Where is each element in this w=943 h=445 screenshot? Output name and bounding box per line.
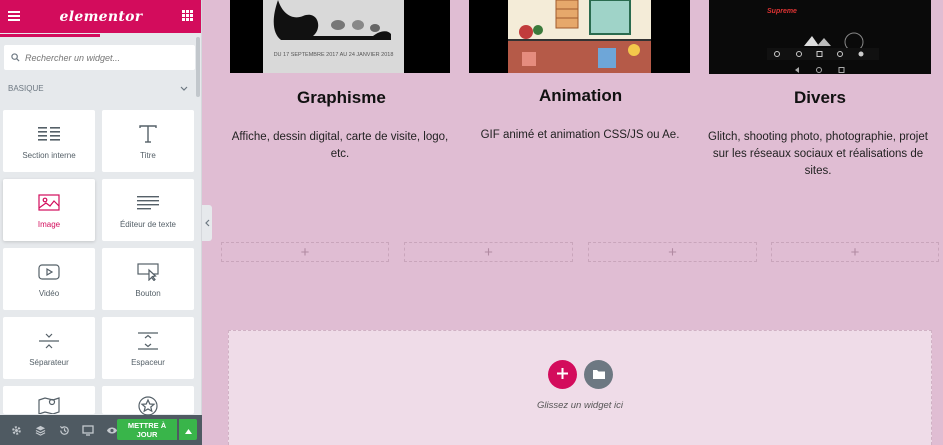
folder-icon — [592, 366, 605, 384]
chevron-down-icon — [180, 84, 188, 93]
caret-up-icon — [184, 421, 192, 439]
map-icon — [38, 396, 60, 414]
category-header[interactable]: BASIQUE — [0, 78, 196, 98]
widget-video[interactable]: Vidéo — [3, 248, 95, 310]
column-title-graphisme: Graphisme — [297, 88, 386, 107]
widget-label: Séparateur — [29, 357, 69, 367]
text-editor-icon — [137, 192, 159, 214]
search-icon — [11, 49, 20, 67]
widget-grid: Section interne Titre Image Éditeur de t… — [3, 110, 196, 416]
column-description-animation: GIF animé et animation CSS/JS ou Ae. — [480, 129, 680, 141]
save-options-button[interactable] — [179, 419, 197, 440]
active-tab-indicator — [0, 34, 100, 37]
editor-panel: elementor BASIQUE Section interne Titre — [0, 0, 202, 445]
plus-icon — [557, 366, 568, 384]
widget-text-editor[interactable]: Éditeur de texte — [102, 179, 194, 241]
poster-caption: DU 17 SEPTEMBRE 2017 AU 24 JANVIER 2018 — [273, 52, 394, 58]
search-input[interactable] — [25, 52, 185, 63]
widget-search[interactable] — [4, 45, 195, 70]
chevron-left-icon — [204, 214, 210, 232]
widget-image[interactable]: Image — [3, 179, 95, 241]
column-title-divers: Divers — [794, 88, 846, 107]
widget-inner-section[interactable]: Section interne — [3, 110, 95, 172]
responsive-mode-icon[interactable] — [76, 424, 100, 436]
heading-icon — [138, 123, 158, 145]
widget-label: Éditeur de texte — [119, 219, 177, 229]
widget-label: Espaceur — [131, 357, 165, 367]
widget-google-maps[interactable] — [3, 386, 95, 414]
widget-drop-zone[interactable] — [228, 330, 932, 445]
button-icon — [137, 261, 159, 283]
panel-header: elementor — [0, 0, 201, 33]
add-template-button[interactable] — [584, 360, 613, 389]
canvas-image-graphisme[interactable]: DU 17 SEPTEMBRE 2017 AU 24 JANVIER 2018 — [230, 0, 450, 73]
widget-icon[interactable] — [102, 386, 194, 416]
add-section-button[interactable] — [548, 360, 577, 389]
column-title-animation: Animation — [539, 86, 623, 105]
column-description-divers: Glitch, shooting photo, photographie, pr… — [708, 131, 928, 177]
star-icon — [138, 396, 158, 416]
spacer-icon — [137, 330, 159, 352]
widget-label: Image — [37, 219, 61, 229]
canvas-image-animation[interactable] — [469, 0, 690, 73]
poster-illustration — [273, 0, 391, 40]
column-description-graphisme: Affiche, dessin digital, carte de visite… — [231, 131, 449, 160]
empty-column-slot[interactable]: + — [221, 242, 389, 262]
image-icon — [38, 192, 60, 214]
phone-screenshot-illustration — [767, 32, 879, 73]
widget-label: Section interne — [22, 150, 76, 160]
animation-illustration — [508, 0, 651, 73]
update-button[interactable]: METTRE À JOUR — [117, 419, 177, 440]
update-label-line2: JOUR — [136, 430, 158, 439]
hamburger-menu-icon[interactable] — [8, 8, 20, 26]
video-icon — [38, 261, 60, 283]
divider-icon — [38, 330, 60, 352]
empty-column-slot[interactable]: + — [588, 242, 757, 262]
category-label: BASIQUE — [8, 83, 44, 93]
drop-zone-label: Glissez un widget ici — [536, 400, 624, 411]
empty-column-slot[interactable]: + — [404, 242, 573, 262]
canvas-image-divers[interactable]: Supreme — [709, 0, 931, 74]
widget-heading[interactable]: Titre — [102, 110, 194, 172]
brand-logo: elementor — [59, 8, 143, 25]
layers-icon[interactable] — [28, 425, 52, 436]
widget-label: Bouton — [135, 288, 161, 298]
widget-label: Vidéo — [38, 288, 60, 298]
poster-image: DU 17 SEPTEMBRE 2017 AU 24 JANVIER 2018 — [263, 0, 404, 73]
panel-collapse-toggle[interactable] — [202, 205, 212, 241]
panel-scrollbar[interactable] — [196, 37, 200, 97]
columns-icon — [38, 123, 60, 145]
settings-gear-icon[interactable] — [4, 425, 28, 436]
widget-button[interactable]: Bouton — [102, 248, 194, 310]
history-icon[interactable] — [52, 425, 76, 436]
empty-column-slot[interactable]: + — [771, 242, 939, 262]
widget-divider[interactable]: Séparateur — [3, 317, 95, 379]
apps-grid-icon[interactable] — [181, 8, 193, 26]
update-label-line1: METTRE À — [127, 421, 167, 430]
widget-label: Titre — [140, 150, 156, 160]
widget-spacer[interactable]: Espaceur — [102, 317, 194, 379]
